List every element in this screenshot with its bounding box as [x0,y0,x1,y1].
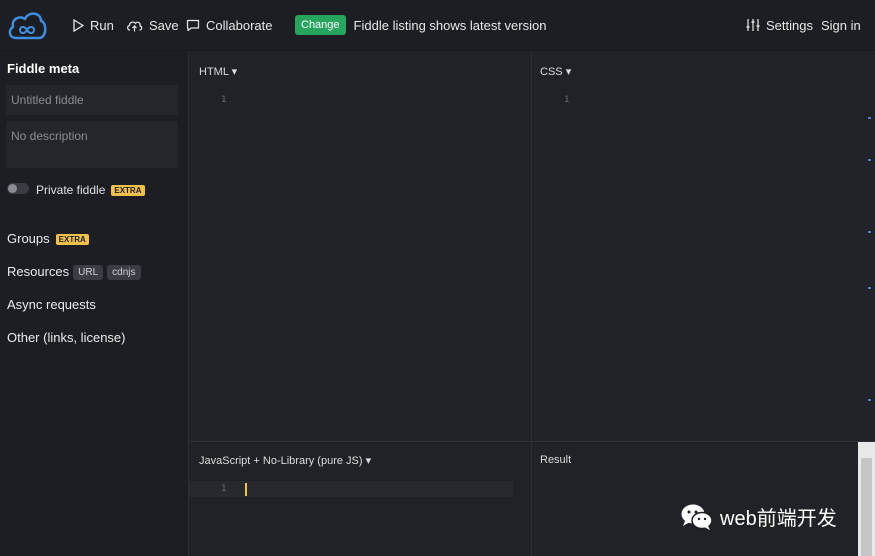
cloud-upload-icon [127,21,143,31]
line-number: 1 [221,95,227,105]
run-button[interactable]: Run [72,0,114,50]
sliders-icon [746,19,760,31]
line-number: 1 [564,95,570,105]
collaborate-label: Collaborate [206,17,273,33]
horizontal-panel-divider[interactable] [189,441,875,442]
resources-label: Resources [7,264,70,279]
url-chip[interactable]: URL [73,265,104,280]
css-panel-label: CSS [540,66,563,78]
save-button[interactable]: Save [126,0,179,50]
change-notice[interactable]: Change Fiddle listing shows latest versi… [295,0,546,50]
extra-badge: EXTRA [111,185,145,196]
css-panel-title[interactable]: CSS ▾ [540,65,571,78]
edge-marker [868,399,871,401]
watermark-text: web前端开发 [720,508,837,530]
private-fiddle-toggle[interactable] [7,183,29,194]
edge-marker [868,117,871,119]
dropdown-caret-icon: ▾ [365,455,372,467]
groups-label: Groups [7,231,50,246]
html-panel[interactable]: HTML ▾ 1 [189,51,531,441]
play-icon [73,18,84,32]
result-scrollbar-thumb[interactable] [861,458,872,556]
edge-marker [868,159,871,161]
watermark: web前端开发 [680,502,837,531]
change-badge[interactable]: Change [295,15,346,35]
fiddle-meta-title: Fiddle meta [7,61,80,76]
active-line-highlight [189,481,513,497]
settings-button[interactable]: Settings [746,0,813,50]
css-panel[interactable]: CSS ▾ 1 [532,51,875,441]
extra-badge: EXTRA [55,234,89,245]
sidebar-item-async-requests[interactable]: Async requests [7,297,96,312]
fiddle-description-input[interactable]: No description [6,121,178,168]
html-panel-label: HTML [199,66,229,78]
edge-marker [868,287,871,289]
wechat-icon [681,504,713,530]
private-fiddle-label: Private fiddle EXTRA [36,183,145,197]
js-panel-label: JavaScript + No-Library (pure JS) [199,455,363,467]
top-toolbar: Run Save Collaborate Change Fiddle listi… [0,0,875,51]
jsfiddle-logo-icon[interactable] [6,8,48,42]
dropdown-caret-icon: ▾ [565,66,572,78]
sidebar-item-groups[interactable]: Groups EXTRA [7,231,89,246]
settings-label: Settings [766,17,813,33]
chat-bubble-icon [186,19,200,31]
sidebar: Fiddle meta Untitled fiddle No descripti… [0,51,189,556]
sidebar-item-other[interactable]: Other (links, license) [7,330,125,345]
result-panel: Result [532,442,858,556]
vertical-panel-divider[interactable] [531,51,532,556]
sign-in-link[interactable]: Sign in [821,0,861,50]
line-number: 1 [221,484,227,494]
async-requests-label: Async requests [7,297,96,312]
js-panel-title[interactable]: JavaScript + No-Library (pure JS) ▾ [199,454,371,467]
dropdown-caret-icon: ▾ [231,66,238,78]
result-panel-title: Result [540,454,572,466]
fiddle-title-input[interactable]: Untitled fiddle [6,85,178,115]
sidebar-item-resources[interactable]: Resources URL cdnjs [7,264,141,280]
run-label: Run [90,17,114,33]
sign-in-label: Sign in [821,17,861,33]
text-cursor [245,483,247,496]
version-notice-text: Fiddle listing shows latest version [353,17,547,33]
html-panel-title[interactable]: HTML ▾ [199,65,237,78]
private-fiddle-text: Private fiddle [36,183,106,197]
js-panel[interactable]: JavaScript + No-Library (pure JS) ▾ [189,442,531,556]
cdnjs-chip[interactable]: cdnjs [107,265,141,280]
save-label: Save [149,17,179,33]
collaborate-button[interactable]: Collaborate [186,0,273,50]
edge-marker [868,231,871,233]
other-label: Other (links, license) [7,330,126,345]
